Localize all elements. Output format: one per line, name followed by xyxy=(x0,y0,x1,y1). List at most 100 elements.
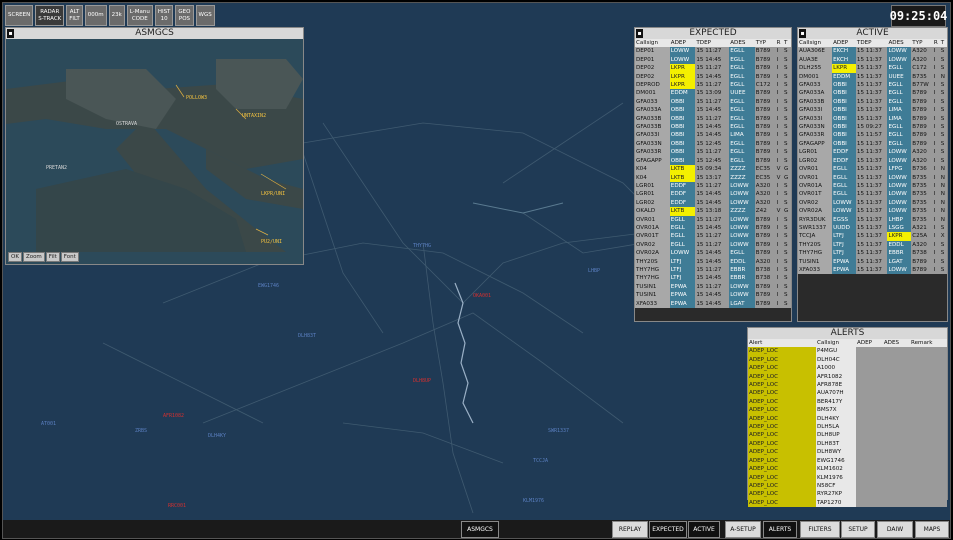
track-label[interactable]: EWG1746 xyxy=(258,283,279,289)
table-row[interactable]: OVR01A EGLL 15 11:37 LOWW B735 I N xyxy=(798,181,947,191)
table-row[interactable]: SWR1337 UUDD 15 11:37 LSGG A321 I S xyxy=(798,223,947,233)
table-row[interactable]: ADEP_LOC P4MGU xyxy=(748,347,947,356)
column-header[interactable]: Alert xyxy=(748,339,816,348)
pin-icon[interactable]: ▪ xyxy=(636,29,643,38)
column-header[interactable]: TDEP xyxy=(855,39,888,48)
table-row[interactable]: OKALD LKTB 15 13:18 ZZZZ Z42 V G xyxy=(635,207,791,216)
column-header[interactable]: TYP xyxy=(754,39,776,48)
track-label[interactable]: KLM1976 xyxy=(523,498,544,504)
table-row[interactable]: DEP02 LKPR 15 14:45 EGLL B789 I S xyxy=(635,72,791,82)
table-row[interactable]: GFA033I OBBI 15 14:45 LIMA B789 I S xyxy=(635,131,791,140)
table-row[interactable]: DEP01 LOWW 15 11:27 EGLL B789 I S xyxy=(635,47,791,56)
table-row[interactable]: DEPROD LKPR 15 11:27 EGLL C172 I S xyxy=(635,81,791,90)
table-row[interactable]: ADEP_LOC BER417Y xyxy=(748,397,947,407)
column-header[interactable]: ADEP xyxy=(832,39,856,48)
alerts-button[interactable]: ALERTS xyxy=(763,521,797,538)
maps-button[interactable]: MAPS xyxy=(915,521,949,538)
setup-button[interactable]: SETUP xyxy=(841,521,875,538)
column-header[interactable]: Callsign xyxy=(635,39,670,48)
table-row[interactable]: OVR02 EGLL 15 11:27 LOWW B789 I S xyxy=(635,240,791,250)
table-row[interactable]: K04 LKTB 15 09:34 ZZZZ EC35 V G xyxy=(635,165,791,174)
table-row[interactable]: OVR01T EGLL 15 11:37 LOWW B735 I N xyxy=(798,190,947,199)
track-label[interactable]: OKA001 xyxy=(473,293,491,299)
table-row[interactable]: GFA033B OBBI 15 11:37 EGLL B789 I S xyxy=(798,97,947,107)
table-row[interactable]: AUA3E EKCH 15 11:37 LOWW A320 I S xyxy=(798,55,947,65)
table-row[interactable]: LGR02 EDDF 15 11:37 LOWW A320 I S xyxy=(798,156,947,166)
table-row[interactable]: THY20S LTFJ 15 11:37 EDDL A320 I S xyxy=(798,240,947,250)
table-row[interactable]: OVR02A LOWW 15 11:37 LOWW B735 I N xyxy=(798,207,947,216)
table-row[interactable]: ADEP_LOC AFR878E xyxy=(748,381,947,390)
pin-icon[interactable]: ▪ xyxy=(7,29,14,38)
track-label[interactable]: DLH83T xyxy=(298,333,316,339)
column-header[interactable]: TYP xyxy=(911,39,933,48)
table-row[interactable]: ADEP_LOC DLH04C xyxy=(748,355,947,365)
table-row[interactable]: GFA033B OBBI 15 14:45 EGLL B789 I S xyxy=(635,123,791,132)
toolbar-button-l-manu[interactable]: L-Manu CODE xyxy=(126,5,153,26)
asmgcs-font-button[interactable]: Font xyxy=(60,252,79,262)
table-row[interactable]: OVR01T EGLL 15 11:27 LOWW B789 I S xyxy=(635,232,791,241)
table-row[interactable]: ADEP_LOC N58CF xyxy=(748,481,947,491)
replay-button[interactable]: REPLAY xyxy=(612,521,648,538)
asmgcs-map[interactable]: POLLOW3 UNTAXIN2 LKPR/UNI PU2/UNI OSTRAV… xyxy=(6,39,303,252)
table-row[interactable]: TUSIN1 EPWA 15 14:45 LOWW B789 I S xyxy=(635,291,791,300)
column-header[interactable]: ADES xyxy=(882,339,910,348)
toolbar-button-23k[interactable]: 23k xyxy=(108,5,125,26)
table-row[interactable]: AUA306E EKCH 15 11:37 LOWW A320 I S xyxy=(798,47,947,56)
table-row[interactable]: OVR01 EGLL 15 11:37 LFPG B736 I N xyxy=(798,165,947,174)
asmgcs-zoom-button[interactable]: Zoom xyxy=(22,252,45,262)
track-label[interactable]: DLH4KY xyxy=(208,433,226,439)
toolbar-button-wgs[interactable]: WGS xyxy=(195,5,215,26)
table-row[interactable]: ADEP_LOC A1000 xyxy=(748,364,947,373)
table-row[interactable]: XFA033 EPWA 15 11:37 LOWW B789 I S xyxy=(798,265,947,275)
track-label[interactable]: THY7HG xyxy=(413,243,431,249)
table-row[interactable]: ADEP_LOC DLH5LA xyxy=(748,423,947,432)
table-row[interactable]: OVR02 LOWW 15 11:37 LOWW B735 I N xyxy=(798,198,947,208)
track-label[interactable]: LHBP xyxy=(588,268,600,274)
toolbar-button-alt[interactable]: ALT FILT xyxy=(66,5,83,26)
track-label[interactable]: AFR1082 xyxy=(163,413,184,419)
asmgcs-filt-button[interactable]: Filt xyxy=(45,252,60,262)
table-row[interactable]: LGR01 EDDF 15 11:27 LOWW A320 I S xyxy=(635,181,791,191)
table-row[interactable]: ADEP_LOC RYR27KP xyxy=(748,490,947,499)
table-row[interactable]: THY20S LTFJ 15 14:45 EDDL A320 I S xyxy=(635,257,791,266)
table-row[interactable]: ADEP_LOC KLM1602 xyxy=(748,465,947,474)
column-header[interactable]: ADES xyxy=(729,39,755,48)
table-row[interactable]: ADEP_LOC AFR1082 xyxy=(748,372,947,382)
table-row[interactable]: ADEP_LOC EWG1746 xyxy=(748,456,947,466)
table-row[interactable]: ADEP_LOC DLH8WY xyxy=(748,448,947,457)
table-row[interactable]: GFA033N OBBI 15 09:27 EGLL B789 I S xyxy=(798,123,947,132)
expected-button[interactable]: EXPECTED xyxy=(649,521,687,538)
toolbar-button-geo[interactable]: GEO POS xyxy=(175,5,194,26)
table-row[interactable]: GFA033A OBBI 15 11:37 EGLL B789 I S xyxy=(798,89,947,98)
table-row[interactable]: THY7HG LTFJ 15 11:37 EBBR B738 I S xyxy=(798,249,947,258)
column-header[interactable]: T xyxy=(939,39,947,48)
toolbar-button-radar[interactable]: RADAR S-TRACK xyxy=(35,5,65,26)
track-label[interactable]: SWR1337 xyxy=(548,428,569,434)
table-row[interactable]: DEP01 LOWW 15 14:45 EGLL B789 I S xyxy=(635,55,791,65)
table-row[interactable]: ADEP_LOC DLH8UP xyxy=(748,431,947,440)
table-row[interactable]: ADEP_LOC DLH4KY xyxy=(748,414,947,424)
table-row[interactable]: OVR01 EGLL 15 11:37 LOWW B735 I N xyxy=(798,173,947,182)
column-header[interactable]: ADEP xyxy=(856,339,883,348)
table-row[interactable]: GFA033R OBBI 15 11:57 EGLL B789 I S xyxy=(798,131,947,140)
asmgcs-ok-button[interactable]: OK xyxy=(8,252,22,262)
table-row[interactable]: GFA033B OBBI 15 11:27 EGLL B789 I S xyxy=(635,114,791,124)
table-row[interactable]: GFA033N OBBI 15 12:45 EGLL B789 I S xyxy=(635,139,791,149)
track-label[interactable]: TCCJA xyxy=(533,458,548,464)
table-row[interactable]: TUSIN1 EPWA 15 11:37 LGAT B789 I S xyxy=(798,257,947,266)
table-row[interactable]: THY7HG LTFJ 15 11:27 EBBR B738 I S xyxy=(635,265,791,275)
daiw-button[interactable]: DAIW xyxy=(877,521,913,538)
table-row[interactable]: K04 LKTB 15 13:17 ZZZZ EC35 V G xyxy=(635,173,791,182)
table-row[interactable]: XFA033 EPWA 15 14:45 LGAT B789 I S xyxy=(635,299,791,308)
active-button[interactable]: ACTIVE xyxy=(688,521,720,538)
table-row[interactable]: DLH255 LKPR 15 11:37 EGLL C172 I S xyxy=(798,64,947,73)
table-row[interactable]: GFA033A OBBI 15 14:45 EGLL B789 I S xyxy=(635,106,791,115)
table-row[interactable]: GFA033R OBBI 15 11:27 EGLL B789 I S xyxy=(635,148,791,157)
alerts-panel[interactable]: ALERTS Alert Callsign ADEP ADES Remark ADEP_L… xyxy=(747,327,948,508)
asmgcs-panel[interactable]: ▪ ASMGCS POLLOW3 UNTAXIN2 LKPR/UNI PU2/U… xyxy=(5,27,304,265)
column-header[interactable]: T xyxy=(782,39,791,48)
table-row[interactable]: THY7HG LTFJ 15 14:45 EBBR B738 I S xyxy=(635,274,791,283)
table-row[interactable]: ADEP_LOC TAP1270 xyxy=(748,498,947,508)
toolbar-button-hist[interactable]: HIST 10 xyxy=(154,5,174,26)
track-label[interactable]: ZRBS xyxy=(135,428,147,434)
